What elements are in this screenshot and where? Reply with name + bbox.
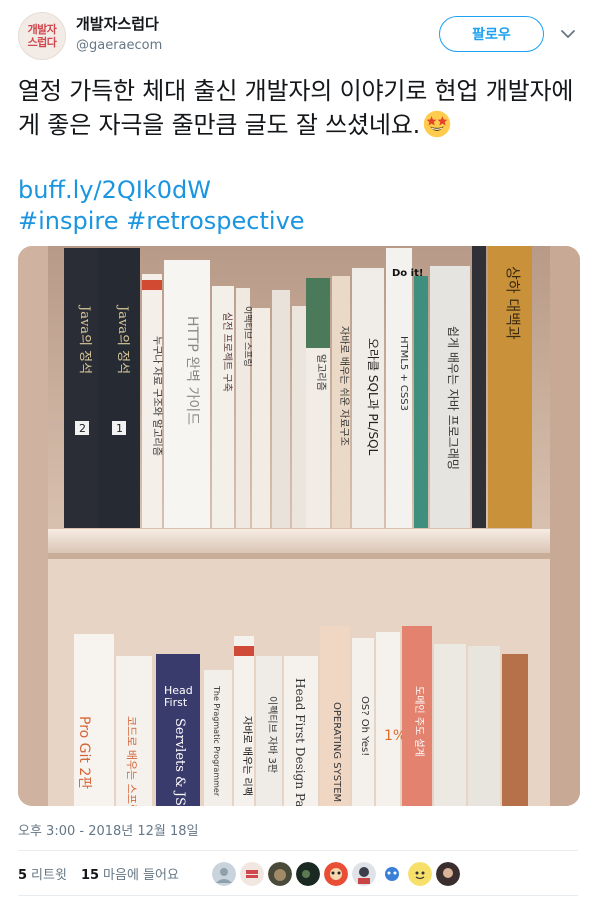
stats-top-divider bbox=[18, 850, 578, 851]
avatar-text-line1: 개발자 bbox=[27, 23, 57, 36]
svg-text:코드로 배우는 스프링: 코드로 배우는 스프링 bbox=[125, 716, 138, 806]
liker-avatar-4[interactable] bbox=[296, 862, 320, 886]
svg-text:First: First bbox=[164, 696, 188, 709]
svg-text:HTML5 + CSS3: HTML5 + CSS3 bbox=[398, 336, 409, 411]
liker-avatars bbox=[212, 862, 460, 886]
svg-text:OS? Oh Yes!: OS? Oh Yes! bbox=[359, 696, 370, 756]
tweet-stats: 5 리트윗 15 마음에 들어요 bbox=[18, 864, 179, 883]
tweet-body: 열정 가득한 체대 출신 개발자의 이야기로 현업 개발자에게 좋은 자극을 줄… bbox=[18, 77, 574, 139]
hashtag-retrospective[interactable]: #retrospective bbox=[126, 207, 304, 235]
svg-text:HTTP 완벽 가이드: HTTP 완벽 가이드 bbox=[184, 316, 200, 425]
liker-avatar-2[interactable] bbox=[240, 862, 264, 886]
stats-bottom-divider bbox=[18, 895, 578, 896]
hashtags: #inspire #retrospective bbox=[18, 205, 305, 237]
svg-text:Java의 정석: Java의 정석 bbox=[77, 304, 92, 374]
svg-text:2: 2 bbox=[79, 422, 86, 435]
svg-text:Java의 정석: Java의 정석 bbox=[115, 304, 130, 374]
liker-avatar-7[interactable] bbox=[380, 862, 404, 886]
liker-avatar-9[interactable] bbox=[436, 862, 460, 886]
chevron-down-icon[interactable] bbox=[559, 27, 577, 41]
svg-text:오라클 SQL과 PL/SQL: 오라클 SQL과 PL/SQL bbox=[366, 338, 380, 456]
star-struck-emoji-icon bbox=[423, 110, 451, 138]
author-names[interactable]: 개발자스럽다 @gaeraecom bbox=[76, 14, 162, 55]
retweets-stat[interactable]: 5 리트윗 bbox=[18, 864, 67, 883]
tweet-text: 열정 가득한 체대 출신 개발자의 이야기로 현업 개발자에게 좋은 자극을 줄… bbox=[18, 74, 583, 142]
tweet-photo[interactable]: 2 1 Java의 정석 Java의 정석 누구나 자료 구조와 알고리즘 HT… bbox=[18, 246, 580, 806]
liker-avatar-1[interactable] bbox=[212, 862, 236, 886]
liker-avatar-8[interactable] bbox=[408, 862, 432, 886]
svg-text:Pro Git 2판: Pro Git 2판 bbox=[76, 716, 92, 789]
liker-avatar-3[interactable] bbox=[268, 862, 292, 886]
svg-text:OPERATING SYSTEM CO: OPERATING SYSTEM CO bbox=[331, 702, 342, 806]
shelf-board bbox=[48, 529, 550, 555]
author-handle[interactable]: @gaeraecom bbox=[76, 37, 162, 55]
avatar-text-line2: 스럽다 bbox=[27, 36, 57, 49]
author-avatar[interactable]: 개발자 스럽다 bbox=[18, 12, 66, 60]
author-display-name[interactable]: 개발자스럽다 bbox=[76, 14, 162, 34]
svg-text:자바로 배우는 쉬운 자료구조: 자바로 배우는 쉬운 자료구조 bbox=[338, 326, 350, 446]
svg-text:알고리즘: 알고리즘 bbox=[315, 354, 327, 391]
svg-text:Servlets & JSP: Servlets & JSP bbox=[172, 718, 187, 806]
svg-text:이펙티브 자바 3판: 이펙티브 자바 3판 bbox=[266, 696, 278, 773]
likes-label: 마음에 들어요 bbox=[103, 868, 179, 883]
svg-text:Head First Design Patterns: Head First Design Patterns bbox=[293, 678, 307, 806]
svg-text:누구나 자료 구조와 알고리즘: 누구나 자료 구조와 알고리즘 bbox=[151, 336, 163, 456]
svg-text:도메인 주도 설계: 도메인 주도 설계 bbox=[413, 686, 425, 757]
retweets-count: 5 bbox=[18, 868, 28, 883]
likes-count: 15 bbox=[80, 868, 100, 883]
follow-button[interactable]: 팔로우 bbox=[439, 16, 544, 52]
svg-text:자바로 배우는 리팩: 자바로 배우는 리팩 bbox=[241, 716, 253, 796]
tweet-link[interactable]: buff.ly/2QIk0dW bbox=[18, 174, 211, 206]
svg-text:The Pragmatic Programmer: The Pragmatic Programmer bbox=[212, 685, 221, 797]
svg-text:실전 프로젝트 구축: 실전 프로젝트 구축 bbox=[221, 312, 233, 392]
liker-avatar-6[interactable] bbox=[352, 862, 376, 886]
bookshelf-photo: 2 1 Java의 정석 Java의 정석 누구나 자료 구조와 알고리즘 HT… bbox=[18, 246, 580, 806]
retweets-label: 리트윗 bbox=[31, 868, 67, 883]
liker-avatar-5[interactable] bbox=[324, 862, 348, 886]
tweet-header: 개발자 스럽다 개발자스럽다 @gaeraecom 팔로우 bbox=[18, 12, 583, 60]
svg-text:상하 대백과: 상하 대백과 bbox=[504, 266, 522, 340]
likes-stat[interactable]: 15 마음에 들어요 bbox=[81, 864, 179, 883]
svg-text:1: 1 bbox=[116, 422, 123, 435]
hashtag-inspire[interactable]: #inspire bbox=[18, 207, 119, 235]
tweet-timestamp[interactable]: 오후 3:00 - 2018년 12월 18일 bbox=[18, 820, 199, 839]
svg-text:쉽게 배우는 자바 프로그래밍: 쉽게 배우는 자바 프로그래밍 bbox=[446, 326, 460, 470]
